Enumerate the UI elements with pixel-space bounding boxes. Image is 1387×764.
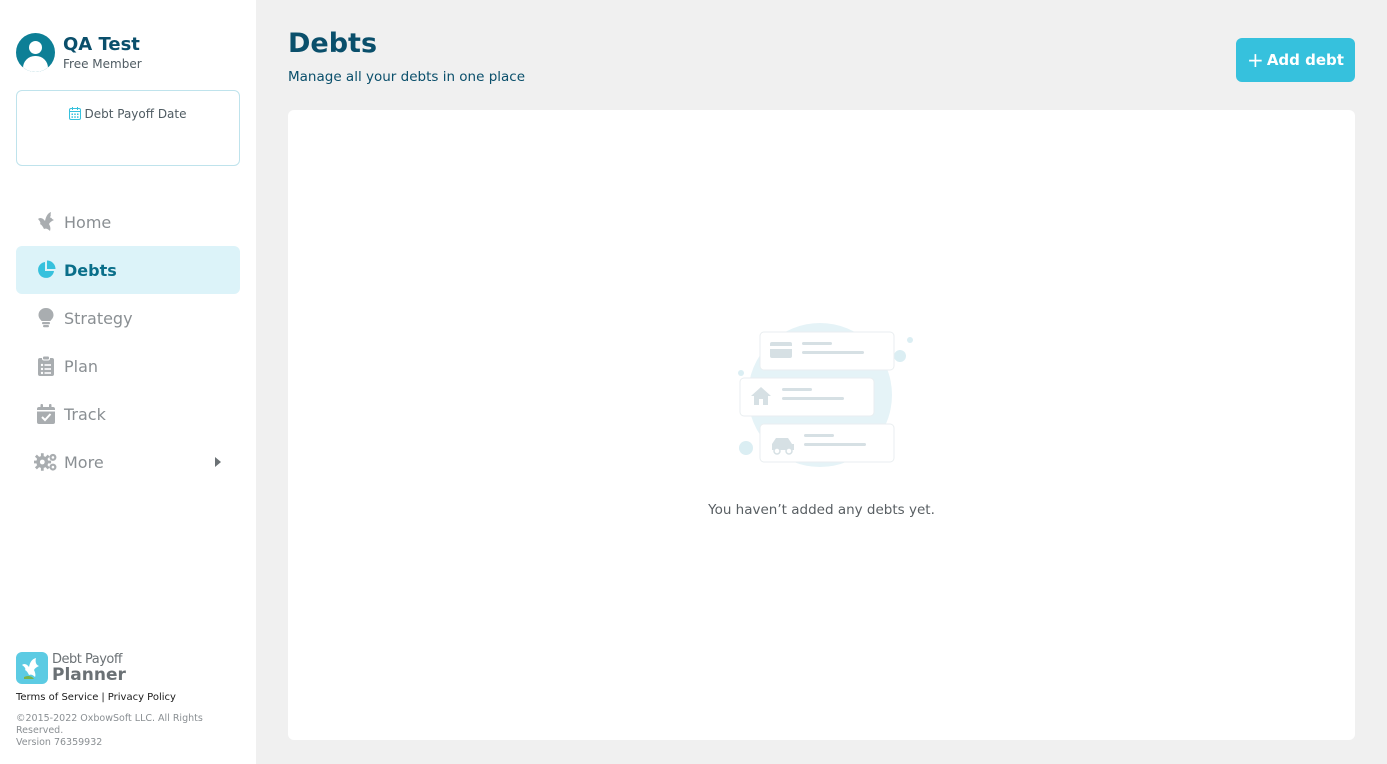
copyright: ©2015-2022 OxbowSoft LLC. All Rights Res… xyxy=(16,713,226,749)
nav-label: Track xyxy=(64,404,106,424)
debt-payoff-date-label: Debt Payoff Date xyxy=(84,107,187,121)
page-title: Debts xyxy=(288,28,378,59)
sidebar: QA Test Free Member Debt Payoff Date Hom… xyxy=(0,0,256,764)
calendar-check-icon xyxy=(34,402,58,426)
page-subtitle: Manage all your debts in one place xyxy=(288,69,526,85)
pie-chart-icon xyxy=(34,258,58,282)
car-row xyxy=(759,423,895,463)
avatar xyxy=(16,33,55,72)
caret-right-icon xyxy=(215,457,221,467)
user-name: QA Test xyxy=(63,34,140,55)
nav-label: Strategy xyxy=(64,308,133,328)
debt-payoff-date-widget[interactable]: Debt Payoff Date xyxy=(16,90,240,166)
add-debt-button[interactable]: + Add debt xyxy=(1236,38,1355,82)
nav-item-track[interactable]: Track xyxy=(16,390,240,438)
clipboard-list-icon xyxy=(34,354,58,378)
nav-item-home[interactable]: Home xyxy=(16,198,240,246)
user-profile[interactable]: QA Test Free Member xyxy=(16,33,142,72)
copyright-text: ©2015-2022 OxbowSoft LLC. All Rights Res… xyxy=(16,713,203,736)
credit-card-row xyxy=(759,331,895,371)
nav-label: Debts xyxy=(64,260,117,280)
empty-debts-illustration xyxy=(736,320,936,484)
calendar-icon xyxy=(69,107,84,121)
brand-logo: Debt Payoff Planner xyxy=(16,652,126,684)
nav-item-plan[interactable]: Plan xyxy=(16,342,240,390)
legal-links: Terms of Service | Privacy Policy xyxy=(16,692,176,703)
house-row xyxy=(739,377,875,417)
legal-separator: | xyxy=(101,692,105,703)
bird-logo-icon xyxy=(16,652,48,684)
terms-link[interactable]: Terms of Service xyxy=(16,692,98,703)
version-text: Version 76359932 xyxy=(16,737,103,748)
nav-item-strategy[interactable]: Strategy xyxy=(16,294,240,342)
bird-icon xyxy=(34,210,58,234)
add-debt-label: Add debt xyxy=(1266,51,1344,69)
nav-label: More xyxy=(64,452,104,472)
plus-icon: + xyxy=(1247,48,1264,72)
nav-label: Home xyxy=(64,212,112,232)
lightbulb-icon xyxy=(34,306,58,330)
nav-item-debts[interactable]: Debts xyxy=(16,246,240,294)
privacy-link[interactable]: Privacy Policy xyxy=(108,692,176,703)
brand-name-line2: Planner xyxy=(52,664,126,685)
main-nav: Home Debts Strategy Plan Track More xyxy=(16,198,240,486)
nav-label: Plan xyxy=(64,356,99,376)
empty-state-message: You haven’t added any debts yet. xyxy=(708,502,935,518)
gears-icon xyxy=(34,450,58,474)
debts-card: You haven’t added any debts yet. xyxy=(288,110,1355,740)
brand-name-line1: Debt Payoff xyxy=(52,651,123,667)
nav-item-more[interactable]: More xyxy=(16,438,240,486)
membership-label: Free Member xyxy=(63,57,142,71)
